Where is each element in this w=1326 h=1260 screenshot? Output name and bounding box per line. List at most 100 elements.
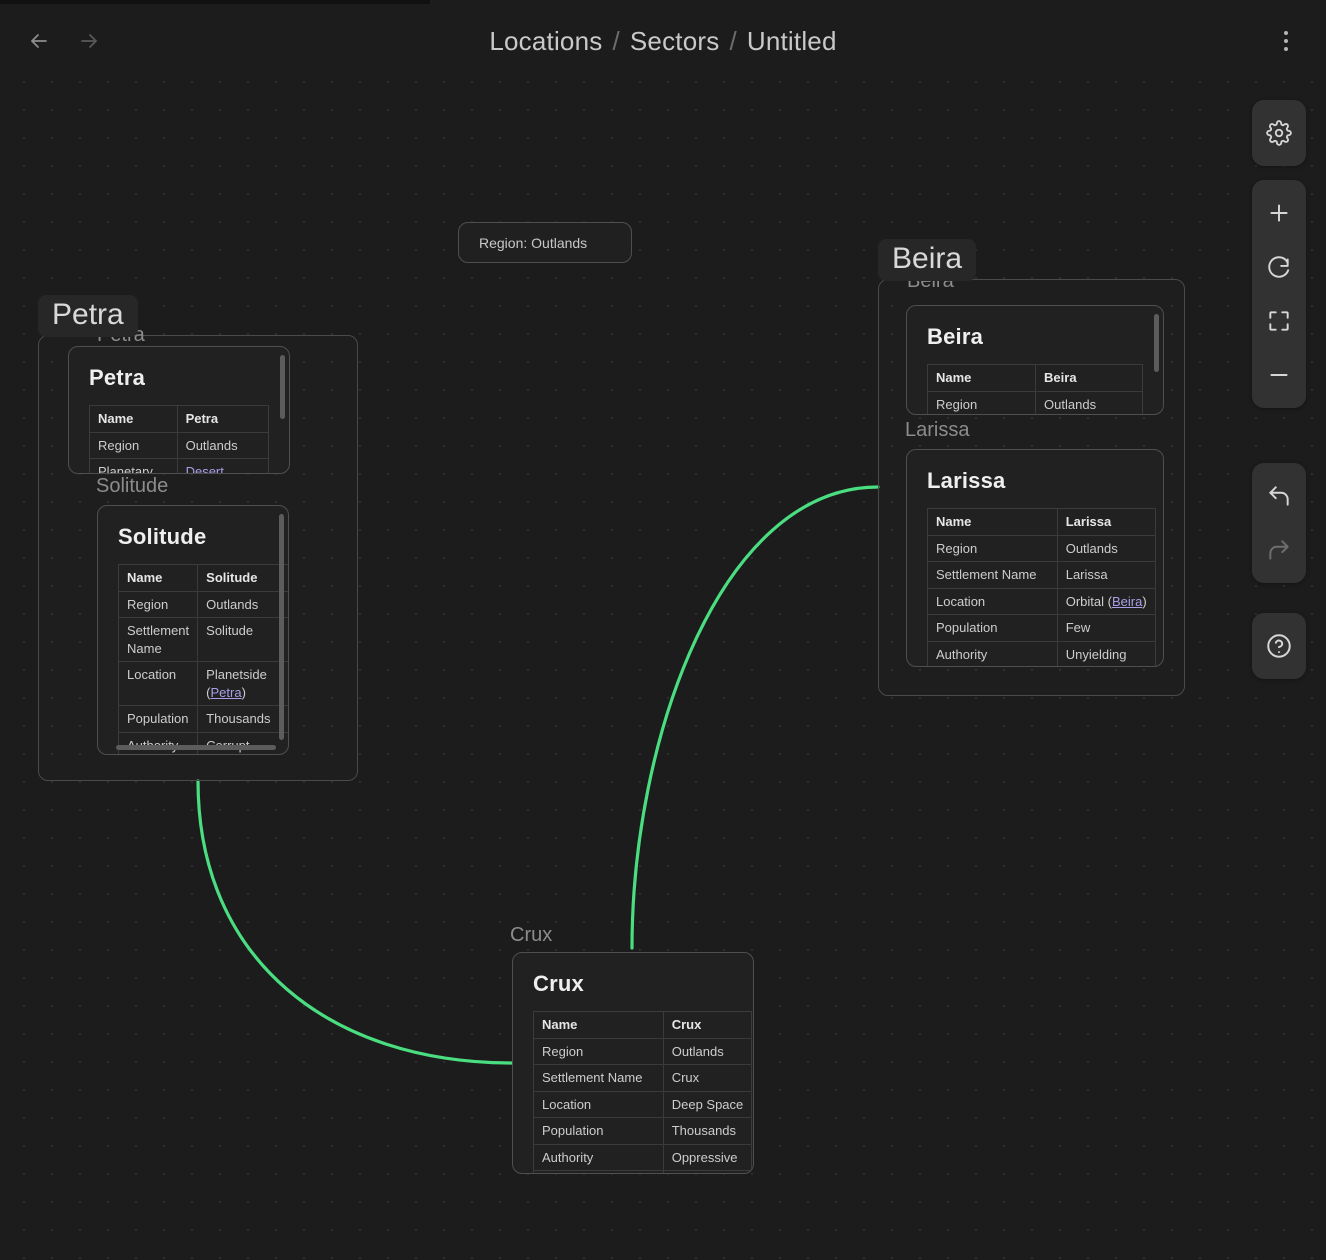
attr-value: Thousands: [662, 1117, 753, 1145]
attr-value: Outlands: [1056, 534, 1156, 563]
card-petra[interactable]: Petra Name Petra Region Outlands Planeta…: [68, 346, 290, 474]
minus-icon: [1270, 374, 1288, 376]
table-row: Location Orbital (Beira): [927, 587, 1156, 616]
card-solitude-hscrollbar[interactable]: [116, 745, 276, 750]
table-row: Settlement Name Larissa: [927, 561, 1156, 589]
redo-button[interactable]: [1252, 523, 1306, 577]
attr-value: Outlands: [662, 1037, 753, 1066]
attr-key: Region: [926, 390, 1037, 414]
more-options-button[interactable]: [1276, 4, 1296, 78]
attr-value-suffix: ): [241, 684, 246, 700]
settings-button[interactable]: [1252, 106, 1306, 160]
breadcrumb-separator: /: [729, 25, 737, 56]
table-row: Authority Oppressive: [533, 1143, 753, 1172]
card-title-crux: Crux: [533, 971, 584, 996]
table-row: Location Planetside (Petra): [117, 661, 288, 707]
gear-icon: [1266, 120, 1292, 146]
card-solitude[interactable]: Solitude Name Solitude Region Outlands S…: [97, 505, 289, 755]
card-title-solitude: Solitude: [118, 524, 207, 549]
help-button[interactable]: [1252, 619, 1306, 673]
toolbar-settings-group: [1252, 100, 1306, 166]
attributes-table-larissa: Name Larissa Region Outlands Settlement …: [927, 508, 1156, 666]
attr-key: Name: [117, 564, 199, 592]
card-title-larissa: Larissa: [927, 468, 1006, 493]
plus-icon: [1270, 204, 1288, 222]
app-root: Locations / Sectors / Untitled Region: O…: [0, 0, 1326, 1260]
card-title-beira: Beira: [927, 324, 984, 349]
card-beira[interactable]: Beira Name Beira Region Outlands Planeta…: [906, 305, 1164, 415]
card-title-petra: Petra: [89, 365, 146, 390]
attr-value: Crux: [662, 1064, 753, 1092]
link-petra[interactable]: Petra: [211, 685, 242, 700]
undo-icon: [1269, 486, 1289, 506]
breadcrumb-item-untitled[interactable]: Untitled: [747, 26, 837, 57]
link-beira[interactable]: Beira: [1112, 594, 1142, 609]
table-row: Settlement Name Crux: [533, 1064, 753, 1092]
attr-value-suffix: ): [1142, 593, 1147, 609]
reset-view-button[interactable]: [1252, 240, 1306, 294]
header-bar: Locations / Sectors / Untitled: [0, 4, 1326, 78]
attr-value: Desert World: [176, 458, 270, 473]
attr-key: Authority: [117, 731, 199, 754]
table-row: Name Larissa: [927, 508, 1156, 536]
attr-key: Location: [927, 587, 1058, 616]
attr-value: Planetside (Petra): [197, 661, 288, 707]
kebab-dot: [1284, 47, 1288, 51]
undo-button[interactable]: [1252, 469, 1306, 523]
attr-value: Larissa: [1056, 508, 1156, 536]
breadcrumb-item-locations[interactable]: Locations: [489, 26, 602, 57]
attr-value: Outlands: [1035, 390, 1143, 414]
refresh-icon: [1268, 256, 1290, 278]
table-row: Region Outlands: [926, 390, 1143, 414]
kebab-dot: [1284, 39, 1288, 43]
kebab-dot: [1284, 31, 1288, 35]
card-larissa[interactable]: Larissa Name Larissa Region Outlands Set…: [906, 449, 1164, 667]
breadcrumb-item-sectors[interactable]: Sectors: [630, 26, 720, 57]
zoom-in-button[interactable]: [1252, 186, 1306, 240]
attr-value: Unyielding: [1056, 640, 1156, 666]
attr-key: Name: [926, 364, 1037, 392]
table-row: Name Solitude: [117, 564, 288, 592]
attr-value: Larissa: [1056, 561, 1156, 589]
card-beira-vscrollbar[interactable]: [1154, 314, 1159, 372]
attr-value-prefix: Orbital (: [1065, 593, 1112, 609]
attr-value: Beira: [1035, 364, 1143, 392]
attr-key: Region: [533, 1037, 664, 1066]
attr-key: Settlement Projects: [533, 1170, 664, 1173]
attr-key: Authority: [533, 1143, 664, 1172]
attr-value: Petra: [176, 405, 270, 433]
attr-key: Authority: [927, 640, 1058, 666]
attr-key: Population: [117, 705, 199, 733]
table-row: Authority Corrupt: [117, 731, 288, 754]
card-petra-vscrollbar[interactable]: [280, 355, 285, 419]
region-node-label: Region: Outlands: [479, 234, 588, 251]
attr-key: Region: [927, 534, 1058, 563]
attr-value: Orbital (Beira): [1056, 587, 1156, 616]
link-desert-world[interactable]: Desert World: [186, 464, 224, 473]
table-row: Name Beira: [926, 364, 1143, 392]
attr-key: Planetary Class: [89, 458, 178, 473]
attr-value: Few: [1056, 614, 1156, 642]
window-chrome-sliver: [0, 0, 430, 4]
attr-value: Corrupt: [197, 731, 288, 754]
attr-key: Location: [117, 661, 199, 707]
attributes-table-crux: Name Crux Region Outlands Settlement Nam…: [533, 1011, 753, 1173]
attr-value: Solitude: [197, 564, 288, 592]
region-node[interactable]: Region: Outlands: [458, 222, 632, 263]
attr-key: Name: [927, 508, 1058, 536]
attr-key: Settlement Name: [117, 617, 199, 663]
attributes-table-petra: Name Petra Region Outlands Planetary Cla…: [89, 405, 270, 473]
table-row: Population Thousands: [117, 705, 288, 733]
attr-key: Population: [927, 614, 1058, 642]
toolbar-help-group: [1252, 613, 1306, 679]
card-petra-body: Petra Name Petra Region Outlands Planeta…: [69, 347, 289, 473]
card-solitude-vscrollbar[interactable]: [279, 514, 284, 740]
table-row: Region Outlands: [117, 590, 288, 619]
attr-value: Solitude: [197, 617, 288, 663]
zoom-out-button[interactable]: [1252, 348, 1306, 402]
table-row: Population Thousands: [533, 1117, 753, 1145]
attr-key: Region: [89, 431, 178, 460]
card-crux[interactable]: Crux Name Crux Region Outlands Settlemen…: [512, 952, 754, 1174]
attr-value: Outlands: [197, 590, 288, 619]
fit-view-button[interactable]: [1252, 294, 1306, 348]
